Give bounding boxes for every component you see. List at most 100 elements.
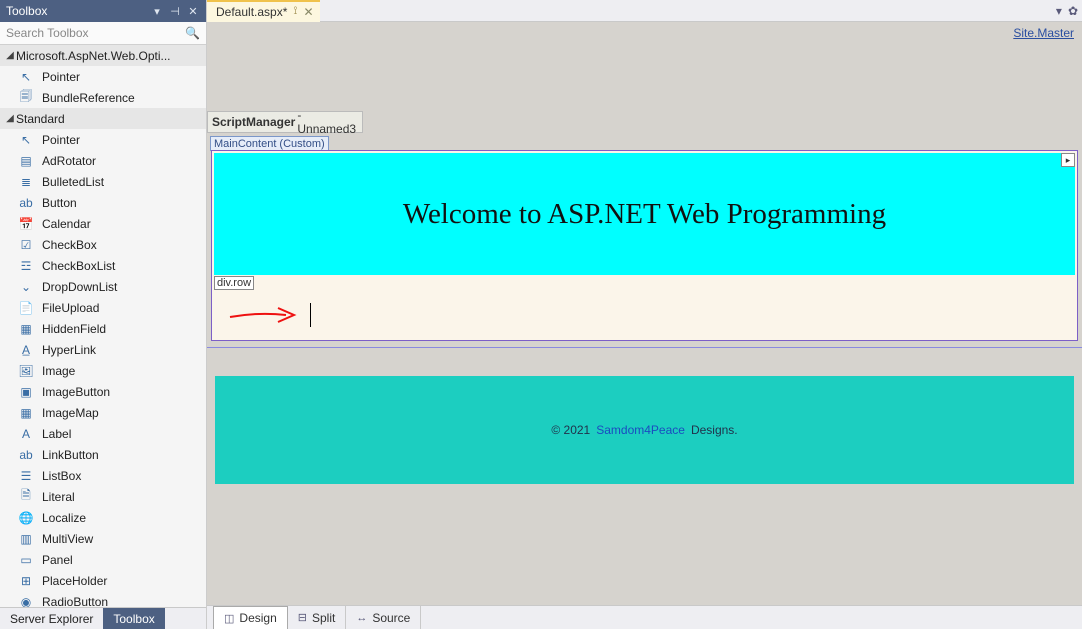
tabbar-dropdown-icon[interactable]: ▾: [1056, 4, 1062, 18]
toolbox-item-icon: 📅: [18, 216, 34, 232]
toolbox-item-label: HyperLink: [42, 343, 96, 357]
toolbox-item-fileupload[interactable]: 📄FileUpload: [0, 297, 206, 318]
toolbox-item-checkbox[interactable]: ☑ CheckBox: [0, 234, 206, 255]
toolbox-item-icon: ▦: [18, 321, 34, 337]
pin-icon[interactable]: ⟟: [293, 5, 297, 18]
close-icon[interactable]: ✕: [303, 5, 313, 19]
toolbox-item-icon: ab: [18, 195, 34, 211]
toolbox-item-label: LinkButton: [42, 448, 99, 462]
view-tab-design[interactable]: ◫ Design: [213, 606, 288, 629]
toolbox-item-label: AdRotator: [42, 154, 96, 168]
toolbox-item-panel[interactable]: ▭Panel: [0, 549, 206, 570]
view-tab-icon: ↔: [356, 612, 367, 624]
search-icon[interactable]: 🔍: [185, 26, 200, 40]
toolbox-item-icon: 🌐: [18, 510, 34, 526]
toolbox-group-label: Standard: [16, 112, 65, 126]
text-caret: [310, 303, 311, 327]
toolbox-item-bulletedlist[interactable]: ≣BulletedList: [0, 171, 206, 192]
toolbox-item-checkboxlist[interactable]: ☲CheckBoxList: [0, 255, 206, 276]
toolbox-item-label: ListBox: [42, 469, 81, 483]
toolbox-item-hiddenfield[interactable]: ▦ HiddenField: [0, 318, 206, 339]
toolbox-item-imagebutton[interactable]: ▣ImageButton: [0, 381, 206, 402]
toolbox-item-calendar[interactable]: 📅 Calendar: [0, 213, 206, 234]
toolbox-item-icon: 📄: [18, 300, 34, 316]
toolbox-item-label: PlaceHolder: [42, 574, 107, 588]
toolbox-item-icon: 🗐: [18, 90, 34, 106]
toolbox-item-dropdownlist[interactable]: ⌄ DropDownList: [0, 276, 206, 297]
toolbox-item-label: CheckBox: [42, 238, 97, 252]
maincontent-region-tag[interactable]: MainContent (Custom): [210, 136, 329, 151]
toolbox-item-icon: ▤: [18, 153, 34, 169]
toolbox-item-label: Label: [42, 427, 71, 441]
hero-heading: Welcome to ASP.NET Web Programming: [403, 198, 886, 231]
chevron-down-icon: ◢: [4, 113, 16, 124]
toolbox-item-adrotator[interactable]: ▤ AdRotator: [0, 150, 206, 171]
toolbox-item-icon: 🖼: [18, 363, 34, 379]
panel-tab-toolbox[interactable]: Toolbox: [103, 608, 164, 629]
design-surface[interactable]: Site.Master ScriptManager - Unnamed3 Mai…: [207, 22, 1082, 605]
view-tab-split[interactable]: ⊟Split: [288, 606, 347, 629]
site-master-link[interactable]: Site.Master: [1013, 26, 1074, 40]
toolbox-item-label: RadioButton: [42, 595, 108, 608]
panel-tab-server-explorer[interactable]: Server Explorer: [0, 608, 103, 629]
editable-row[interactable]: [212, 290, 1077, 340]
toolbox-item-multiview[interactable]: ▥MultiView: [0, 528, 206, 549]
hero-banner[interactable]: Welcome to ASP.NET Web Programming ▸: [214, 153, 1075, 275]
editor-column: Default.aspx* ⟟ ✕ ▾ ✿ Site.Master Script…: [207, 0, 1082, 629]
toolbox-search[interactable]: 🔍: [0, 22, 206, 45]
footer-band[interactable]: © 2021 Samdom4Peace Designs.: [215, 376, 1074, 484]
toolbox-item-placeholder[interactable]: ⊞PlaceHolder: [0, 570, 206, 591]
toolbox-item-icon: ▥: [18, 531, 34, 547]
toolbox-item-label: BundleReference: [42, 91, 135, 105]
view-tab-label: Design: [239, 611, 276, 625]
search-input[interactable]: [6, 26, 185, 40]
panel-bottom-tabs: Server ExplorerToolbox: [0, 607, 206, 629]
toolbox-item-icon: ⌄: [18, 279, 34, 295]
toolbox-item-imagemap[interactable]: ▦ImageMap: [0, 402, 206, 423]
toolbox-item-image[interactable]: 🖼 Image: [0, 360, 206, 381]
toolbox-item-label: ImageButton: [42, 385, 110, 399]
scriptmanager-control[interactable]: ScriptManager - Unnamed3: [207, 111, 363, 133]
toolbox-group-header[interactable]: ◢Standard: [0, 108, 206, 129]
toolbox-item-radiobutton[interactable]: ◉RadioButton: [0, 591, 206, 607]
view-tab-source[interactable]: ↔ Source: [346, 606, 421, 629]
view-tab-label: Source: [372, 611, 410, 625]
element-tag-divrow[interactable]: div.row: [214, 276, 254, 290]
toolbox-item-pointer[interactable]: ↖Pointer: [0, 66, 206, 87]
tabbar-gear-icon[interactable]: ✿: [1068, 4, 1078, 18]
toolbox-item-label: HiddenField: [42, 322, 106, 336]
toolbox-item-label[interactable]: ALabel: [0, 423, 206, 444]
toolbox-title-text: Toolbox: [6, 4, 47, 18]
toolbox-item-label: DropDownList: [42, 280, 117, 294]
toolbox-item-literal[interactable]: 🗎Literal: [0, 486, 206, 507]
designer-view-tabs: ◫ Design ⊟Split ↔ Source: [207, 605, 1082, 629]
toolbox-item-icon: ☑: [18, 237, 34, 253]
toolbox-item-icon: 🗎: [18, 489, 34, 505]
toolbox-item-bundlereference[interactable]: 🗐 BundleReference: [0, 87, 206, 108]
toolbox-item-label: Pointer: [42, 133, 80, 147]
toolbox-item-icon: ↖: [18, 69, 34, 85]
close-icon[interactable]: ✕: [186, 4, 200, 18]
footer-brand-link[interactable]: Samdom4Peace: [596, 423, 685, 437]
view-tab-icon: ◫: [224, 612, 234, 625]
toolbox-item-hyperlink[interactable]: A̲HyperLink: [0, 339, 206, 360]
pin-icon[interactable]: ⊣: [168, 4, 182, 18]
toolbox-item-label: Button: [42, 196, 77, 210]
toolbox-item-icon: ☰: [18, 468, 34, 484]
toolbox-item-listbox[interactable]: ☰ ListBox: [0, 465, 206, 486]
smart-tag-arrow-icon[interactable]: ▸: [1061, 153, 1075, 167]
toolbox-titlebar[interactable]: Toolbox ▾ ⊣ ✕: [0, 0, 206, 22]
toolbox-item-icon: ≣: [18, 174, 34, 190]
toolbox-item-label: Calendar: [42, 217, 91, 231]
panel-menu-icon[interactable]: ▾: [150, 4, 164, 18]
maincontent-region[interactable]: Welcome to ASP.NET Web Programming ▸ div…: [211, 150, 1078, 341]
toolbox-item-button[interactable]: ab Button: [0, 192, 206, 213]
toolbox-group-header[interactable]: ◢Microsoft.AspNet.Web.Opti...: [0, 45, 206, 66]
document-tab-default-aspx[interactable]: Default.aspx* ⟟ ✕: [207, 0, 320, 22]
toolbox-item-pointer[interactable]: ↖ Pointer: [0, 129, 206, 150]
toolbox-item-label: Image: [42, 364, 75, 378]
annotation-arrow-icon: [228, 306, 300, 324]
toolbox-item-icon: ↖: [18, 132, 34, 148]
toolbox-item-localize[interactable]: 🌐Localize: [0, 507, 206, 528]
toolbox-item-linkbutton[interactable]: abLinkButton: [0, 444, 206, 465]
